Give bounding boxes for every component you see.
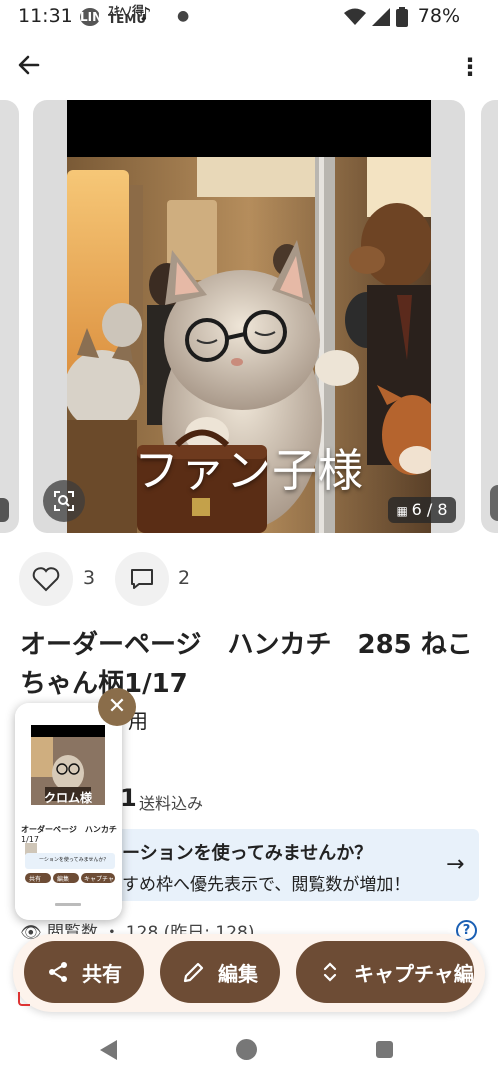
signal-icon	[372, 8, 390, 26]
edit-label: 編集	[218, 961, 258, 986]
capture-edit-button[interactable]: キャプチャ編	[296, 941, 474, 1003]
pencil-icon	[183, 962, 204, 983]
previous-image-badge	[0, 498, 9, 522]
comment-count: 2	[178, 567, 191, 589]
next-image-badge	[490, 485, 498, 521]
item-title: オーダーページ ハンカチ 285 ねこちゃん柄1/17	[20, 630, 473, 699]
preview-share-label: 共有	[29, 876, 42, 883]
grid-icon: ▦	[396, 504, 412, 518]
photo-caption: ファン子様	[133, 444, 364, 497]
edit-button[interactable]: 編集	[160, 941, 280, 1003]
promotion-title: ーションを使ってみませんか？	[122, 843, 373, 864]
preview-title: オーダーページ ハンカチ 285 ね	[21, 825, 121, 834]
nav-recents-icon[interactable]	[376, 1041, 393, 1058]
image-counter: ▦ 6 / 8	[388, 497, 456, 523]
preview-edit-label: 編集	[57, 876, 70, 883]
wifi-icon	[344, 8, 366, 25]
preview-promo: ーションを使ってみませんか？	[39, 857, 109, 863]
shipping-included-label: 送料込み	[139, 794, 204, 813]
back-arrow-icon[interactable]	[16, 52, 46, 82]
notification-dot-icon: ●	[177, 8, 190, 24]
comment-button[interactable]	[115, 552, 169, 606]
comment-icon	[131, 569, 153, 589]
preview-caption: クロム様	[43, 791, 92, 805]
tiktok-icon: ♪	[140, 4, 152, 25]
expand-vertical-icon	[323, 962, 337, 982]
like-button[interactable]	[19, 552, 73, 606]
screenshot-preview-image	[15, 703, 122, 920]
heart-icon	[32, 567, 60, 592]
nav-back-icon[interactable]	[100, 1040, 117, 1060]
battery-icon	[396, 7, 408, 27]
nav-home-icon[interactable]	[236, 1039, 257, 1060]
item-price: 1	[120, 784, 137, 812]
product-photo[interactable]: ファン子様	[67, 100, 431, 533]
previous-image-card[interactable]	[0, 100, 19, 533]
red-edge-marker	[18, 992, 30, 1006]
share-icon	[49, 962, 67, 982]
image-search-icon[interactable]	[43, 480, 85, 522]
preview-subtitle: 1/17	[21, 835, 39, 844]
product-image-card[interactable]: ファン子様	[33, 100, 465, 533]
share-button[interactable]: 共有	[24, 941, 144, 1003]
screenshot-preview-thumbnail[interactable]: クロム様 オーダーページ ハンカチ 285 ね 1/17 ーションを使ってみませ…	[15, 703, 122, 920]
promotion-description: すめ枠へ優先表示で、閲覧数が増加！	[122, 875, 411, 895]
share-label: 共有	[82, 961, 122, 986]
arrow-right-icon[interactable]: →	[446, 852, 464, 877]
like-count: 3	[83, 567, 96, 589]
line-app-icon: LINE	[80, 8, 111, 26]
battery-percent: 78%	[417, 5, 460, 27]
status-bar: 11:31 LINE ｽｷﾍﾉ得 TEMU ♪ ● 78%	[0, 0, 498, 34]
more-options-icon[interactable]: ⋮	[458, 50, 482, 84]
image-counter-text: 6 / 8	[411, 500, 448, 519]
preview-capture-label: キャプチャ	[84, 876, 114, 883]
next-image-card[interactable]	[481, 100, 498, 533]
status-time: 11:31	[18, 5, 73, 27]
capture-edit-label: キャプチャ編	[354, 961, 474, 986]
status-icons	[344, 7, 408, 27]
close-preview-icon[interactable]: ✕	[98, 688, 136, 726]
